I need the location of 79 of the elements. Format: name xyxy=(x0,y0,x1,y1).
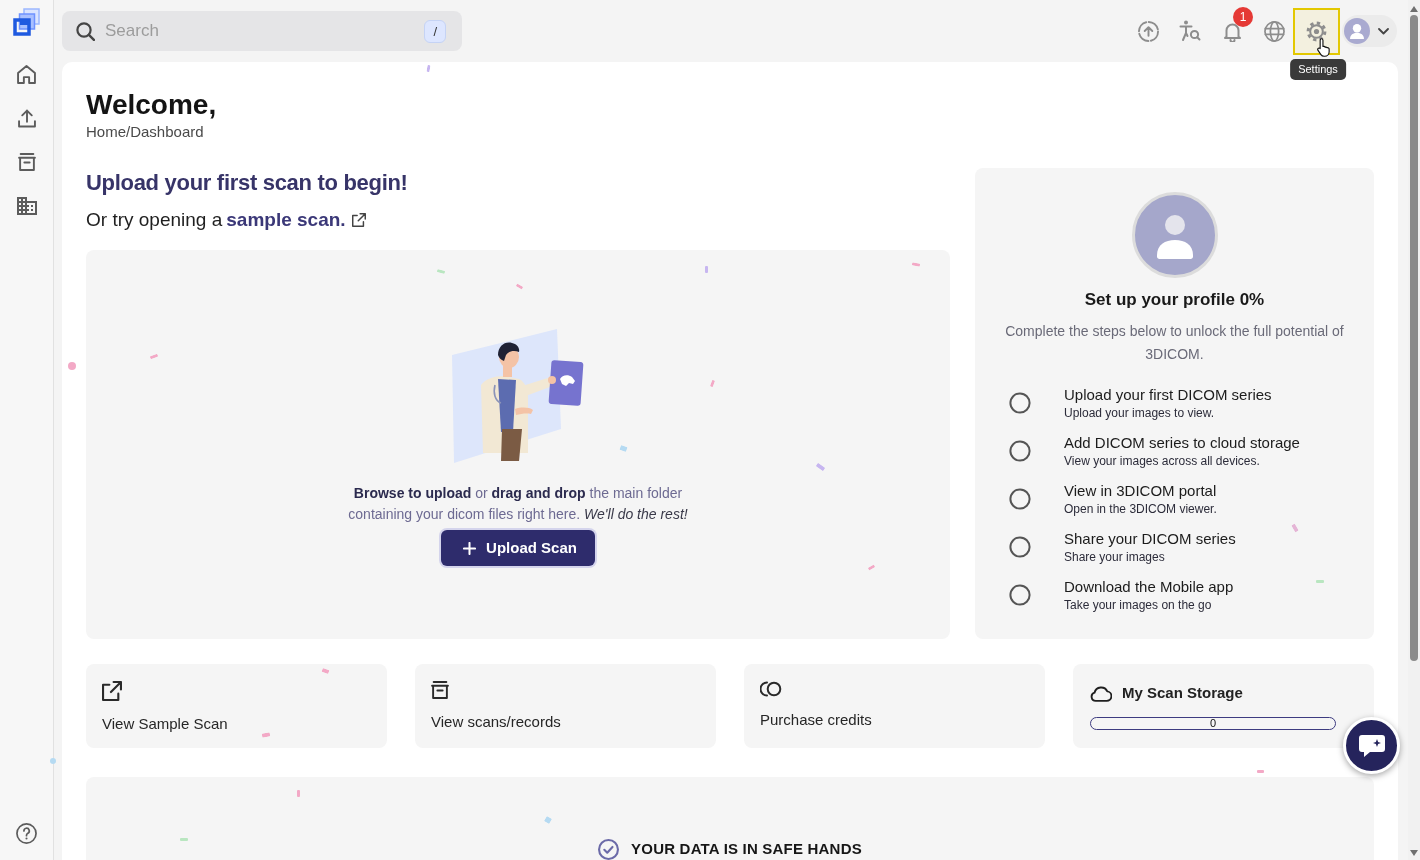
sample-scan-link[interactable]: sample scan. xyxy=(226,205,346,235)
profile-heading: Set up your profile 0% xyxy=(1084,289,1265,311)
person-search-icon xyxy=(1179,20,1201,42)
logo-icon xyxy=(12,8,41,36)
search-input[interactable]: Search xyxy=(105,18,415,44)
confetti-piece-icon xyxy=(1257,770,1264,773)
confetti-piece-icon xyxy=(815,462,826,472)
chevron-down-icon xyxy=(1378,27,1389,35)
breadcrumb: Home/Dashboard xyxy=(86,122,204,142)
confetti-piece-icon xyxy=(1316,580,1324,583)
confetti-piece-icon xyxy=(619,444,628,453)
storage-title: My Scan Storage xyxy=(1122,683,1243,703)
avatar-icon xyxy=(1344,18,1370,44)
shortcut-card[interactable]: View Sample Scan xyxy=(86,664,387,748)
step-description: View your images across all devices. xyxy=(1064,453,1260,469)
step-title: Share your DICOM series xyxy=(1064,529,1236,549)
archive-tray-icon xyxy=(17,153,36,171)
search-field[interactable]: Search / xyxy=(62,11,462,51)
scroll-down-arrow-icon xyxy=(1410,850,1418,856)
hand-cursor-icon xyxy=(1317,37,1332,57)
cloud-icon xyxy=(1090,684,1112,702)
storage-reading: 0 xyxy=(1209,717,1217,729)
sample-prompt: Or try opening a xyxy=(86,207,223,232)
confetti-piece-icon xyxy=(911,262,921,267)
security-heading: YOUR DATA IS IN SAFE HANDS xyxy=(631,839,862,859)
upload-dropzone[interactable]: Browse to upload or drag and drop the main folder containing your dicom files right here. We'll do the rest! Upload Scan xyxy=(86,250,950,639)
confetti-piece-icon xyxy=(705,266,708,273)
profile-description: Complete the steps below to unlock the full potential of 3DICOM. xyxy=(1004,322,1345,364)
scroll-up-arrow-icon xyxy=(1410,6,1418,12)
confetti-piece-icon xyxy=(543,815,553,825)
confetti-piece-icon xyxy=(50,758,56,764)
confetti-piece-icon xyxy=(180,838,188,841)
confetti-piece-icon xyxy=(436,269,446,274)
confetti-piece-icon xyxy=(426,64,431,73)
step-description: Share your images xyxy=(1064,549,1165,565)
notification-badge: 1 xyxy=(1233,7,1253,27)
tooltip: Settings xyxy=(1290,58,1346,80)
welcome-title: Welcome, xyxy=(86,88,217,122)
search-icon xyxy=(76,21,95,41)
shortcut-card[interactable]: View scans/records xyxy=(415,664,716,748)
confetti-piece-icon xyxy=(1291,523,1299,533)
check-circle-icon xyxy=(598,839,620,860)
confetti-piece-icon xyxy=(709,379,716,388)
step-title: Download the Mobile app xyxy=(1064,577,1234,597)
external-link-icon xyxy=(351,213,366,227)
home-icon xyxy=(17,64,36,84)
confetti-piece-icon xyxy=(321,667,330,675)
coins-icon xyxy=(760,681,782,697)
confetti-piece-icon xyxy=(261,732,271,738)
step-title: Upload your first DICOM series xyxy=(1064,385,1272,405)
upload-icon xyxy=(17,108,36,128)
external-link-icon xyxy=(102,681,122,701)
step-title: View in 3DICOM portal xyxy=(1064,481,1217,501)
settings-button[interactable] xyxy=(1293,7,1340,55)
building-icon xyxy=(16,197,37,215)
shortcut-key-hint: / xyxy=(424,19,446,43)
upload-scan-button[interactable]: Upload Scan xyxy=(441,530,595,566)
upload-instructions: Browse to upload or drag and drop the main folder containing your dicom files right here. We'll do the rest! xyxy=(347,484,689,524)
shortcut-card[interactable]: Purchase credits xyxy=(744,664,1045,748)
settings-icon xyxy=(1306,20,1327,42)
plus-icon xyxy=(463,541,477,555)
confetti-piece-icon xyxy=(68,362,76,370)
chat-sparkle-icon xyxy=(1356,732,1387,759)
confetti-piece-icon xyxy=(149,353,159,360)
scrollbar-thumb[interactable] xyxy=(1410,15,1418,661)
profile-avatar-icon xyxy=(1131,192,1218,278)
upload-heading: Upload your first scan to begin! xyxy=(86,169,408,197)
step-description: Open in the 3DICOM viewer. xyxy=(1064,501,1217,517)
confetti-piece-icon xyxy=(867,564,876,571)
arrow-up-circle-icon xyxy=(1137,20,1159,42)
confetti-piece-icon xyxy=(515,283,524,290)
confetti-piece-icon xyxy=(297,790,300,797)
globe-icon xyxy=(1263,20,1285,42)
help-icon xyxy=(16,822,37,844)
step-description: Upload your images to view. xyxy=(1064,405,1215,421)
step-title: Add DICOM series to cloud storage xyxy=(1064,433,1300,453)
archive-tray-icon xyxy=(431,681,449,699)
notifications-button[interactable]: 1 xyxy=(1212,10,1252,52)
step-description: Take your images on the go xyxy=(1064,597,1212,613)
